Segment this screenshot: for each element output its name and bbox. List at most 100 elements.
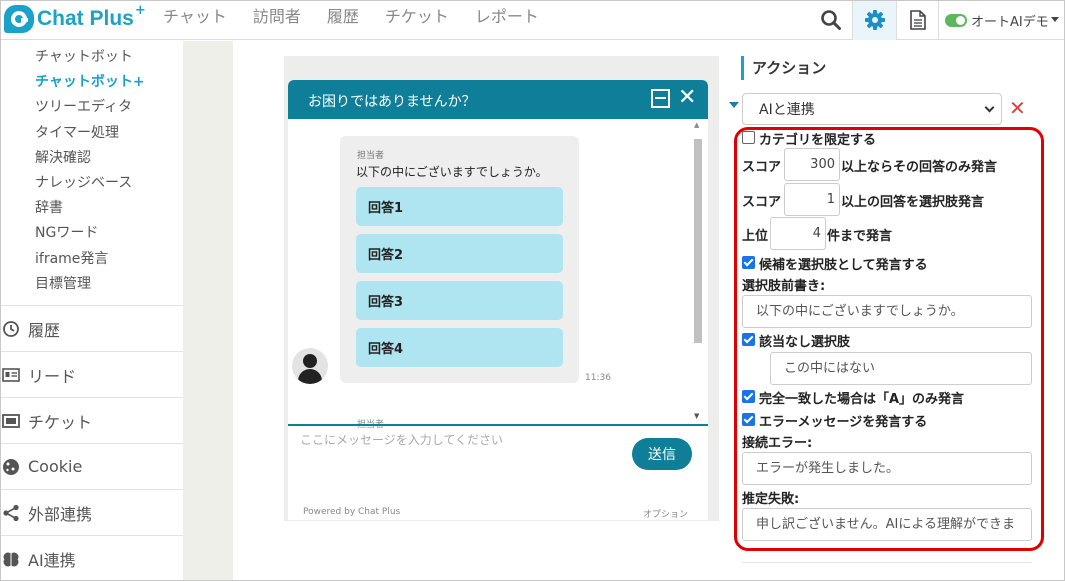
chat-plus-logo-icon — [4, 5, 34, 33]
status-toggle-icon[interactable] — [945, 13, 967, 27]
inference-failure-input[interactable]: 申し訳ございません。AIによる理解ができま — [742, 508, 1032, 541]
no-match-input[interactable]: この中にはない — [770, 352, 1032, 385]
app-name: Chat Plus — [37, 7, 134, 30]
message-bubble: 担当者 以下の中にございますでしょうか。 回答1 回答2 回答3 回答4 — [340, 136, 579, 383]
close-icon[interactable]: ✕ — [678, 85, 696, 111]
nav-reports[interactable]: レポート — [475, 3, 539, 27]
score-only-input[interactable]: 300 — [784, 148, 840, 181]
message-time: 11:36 — [585, 373, 611, 383]
search-button[interactable] — [810, 0, 852, 40]
minimize-icon[interactable] — [651, 89, 670, 108]
scroll-down-icon[interactable]: ▼ — [694, 412, 699, 420]
as-choices-label: 候補を選択肢として発言する — [759, 258, 928, 273]
sidebar-item-tree-editor[interactable]: ツリーエディタ — [35, 96, 132, 116]
error-message-label: エラーメッセージを発言する — [759, 415, 928, 430]
sidebar-item-knowledge-base[interactable]: ナレッジベース — [35, 172, 132, 192]
chat-messages: 担当者 以下の中にございますでしょうか。 回答1 回答2 回答3 回答4 11:… — [288, 119, 708, 430]
sidebar-item-cookie[interactable]: Cookie — [0, 443, 183, 489]
sidebar-item-ng-words[interactable]: NGワード — [35, 222, 98, 242]
sidebar-item-dictionary[interactable]: 辞書 — [35, 197, 63, 217]
search-icon — [821, 10, 841, 30]
score-only-suffix: 以上ならその回答のみ発言 — [841, 160, 998, 175]
account-menu[interactable]: オートAIデモ — [938, 0, 1065, 40]
action-type-select[interactable]: AIと連携 — [742, 93, 1002, 125]
sidebar-item-ai[interactable]: AI連携 — [0, 535, 183, 581]
share-icon — [3, 504, 19, 521]
sidebar-item-label: 外部連携 — [28, 504, 93, 524]
chat-scrollbar[interactable]: ▲ ▼ — [692, 121, 704, 421]
chat-input-divider — [288, 424, 708, 426]
top-bar: Chat Plus + チャット 訪問者 履歴 チケット レポート オートAIデ… — [0, 0, 1065, 40]
document-button[interactable] — [896, 0, 938, 40]
sidebar-item-label: チケット — [28, 412, 93, 432]
remove-action-icon[interactable]: ✕ — [1009, 96, 1026, 120]
choice-button-4[interactable]: 回答4 — [356, 328, 563, 367]
sidebar-item-integrations[interactable]: 外部連携 — [0, 489, 183, 535]
nav-tickets[interactable]: チケット — [385, 3, 449, 27]
inference-failure-label: 推定失敗: — [742, 492, 800, 507]
as-choices-checkbox[interactable] — [742, 256, 755, 269]
send-button[interactable]: 送信 — [632, 438, 692, 470]
sidebar-item-leads[interactable]: リード — [0, 351, 183, 397]
main-nav: チャット 訪問者 履歴 チケット レポート — [150, 0, 552, 30]
powered-by: Powered by Chat Plus — [303, 507, 401, 517]
chat-header: お困りではありませんか？ ✕ — [288, 80, 708, 119]
document-icon — [909, 10, 926, 30]
score-choice-suffix: 以上の回答を選択肢発言 — [841, 195, 985, 210]
nav-visitors[interactable]: 訪問者 — [253, 3, 301, 27]
caret-down-icon — [1050, 17, 1059, 22]
sidebar-item-iframe[interactable]: iframe発言 — [35, 248, 108, 268]
action-section-title: アクション — [741, 56, 826, 80]
ticket-icon — [2, 413, 20, 428]
choice-button-3[interactable]: 回答3 — [356, 281, 563, 320]
sidebar-item-timer[interactable]: タイマー処理 — [35, 122, 119, 142]
preface-label: 選択肢前書き: — [742, 279, 826, 294]
scrollbar-thumb[interactable] — [694, 139, 702, 343]
exact-match-checkbox[interactable] — [742, 390, 755, 403]
choice-button-2[interactable]: 回答2 — [356, 234, 563, 273]
chat-message-input[interactable]: ここにメッセージを入力してください — [300, 431, 503, 448]
sidebar-item-label: Cookie — [28, 457, 83, 476]
history-icon — [3, 320, 19, 337]
score-choice-input[interactable]: 1 — [784, 183, 840, 216]
app-logo[interactable]: Chat Plus + — [4, 2, 146, 33]
chevron-down-icon — [984, 102, 995, 113]
score-choice-prefix: スコア — [742, 195, 782, 210]
no-match-label: 該当なし選択肢 — [759, 335, 851, 350]
sidebar-item-resolution[interactable]: 解決確認 — [35, 147, 91, 167]
sidebar-gutter — [183, 41, 233, 581]
panel-divider — [742, 562, 1032, 563]
brain-icon — [3, 552, 19, 566]
top-n-input[interactable]: 4 — [770, 217, 826, 250]
limit-category-label: カテゴリを限定する — [759, 133, 877, 148]
cookie-icon — [3, 458, 19, 475]
operator-avatar-icon — [292, 348, 328, 384]
sidebar-item-goals[interactable]: 目標管理 — [35, 273, 91, 293]
collapse-caret-icon[interactable] — [729, 102, 739, 108]
top-n-suffix: 件まで発言 — [827, 229, 893, 244]
exact-match-label: 完全一致した場合は「A」のみ発言 — [759, 392, 965, 407]
connection-error-input[interactable]: エラーが発生しました。 — [742, 452, 1032, 485]
sidebar: チャットボット チャットボット+ ツリーエディタ タイマー処理 解決確認 ナレッ… — [0, 41, 183, 581]
choice-button-1[interactable]: 回答1 — [356, 187, 563, 226]
error-message-checkbox[interactable] — [742, 413, 755, 426]
message-text: 以下の中にございますでしょうか。 — [356, 165, 548, 179]
sidebar-item-label: リード — [28, 366, 77, 386]
no-match-checkbox[interactable] — [742, 333, 755, 346]
nav-chat[interactable]: チャット — [163, 3, 227, 27]
limit-category-checkbox[interactable] — [742, 131, 755, 144]
chat-title: お困りではありませんか？ — [308, 94, 476, 110]
scroll-up-icon[interactable]: ▲ — [694, 121, 699, 129]
settings-button[interactable] — [852, 0, 896, 40]
app-name-plus: + — [134, 2, 146, 18]
message-sender: 担当者 — [357, 151, 385, 161]
preface-input[interactable]: 以下の中にございますでしょうか。 — [742, 295, 1032, 328]
sidebar-item-tickets[interactable]: チケット — [0, 397, 183, 443]
top-n-prefix: 上位 — [742, 229, 769, 244]
score-only-prefix: スコア — [742, 160, 782, 175]
nav-history[interactable]: 履歴 — [327, 3, 359, 27]
sidebar-item-chatbot[interactable]: チャットボット — [35, 46, 133, 66]
sidebar-item-chatbot-plus[interactable]: チャットボット+ — [35, 71, 145, 91]
sidebar-item-history[interactable]: 履歴 — [0, 305, 183, 351]
option-link[interactable]: オプション — [643, 507, 688, 520]
